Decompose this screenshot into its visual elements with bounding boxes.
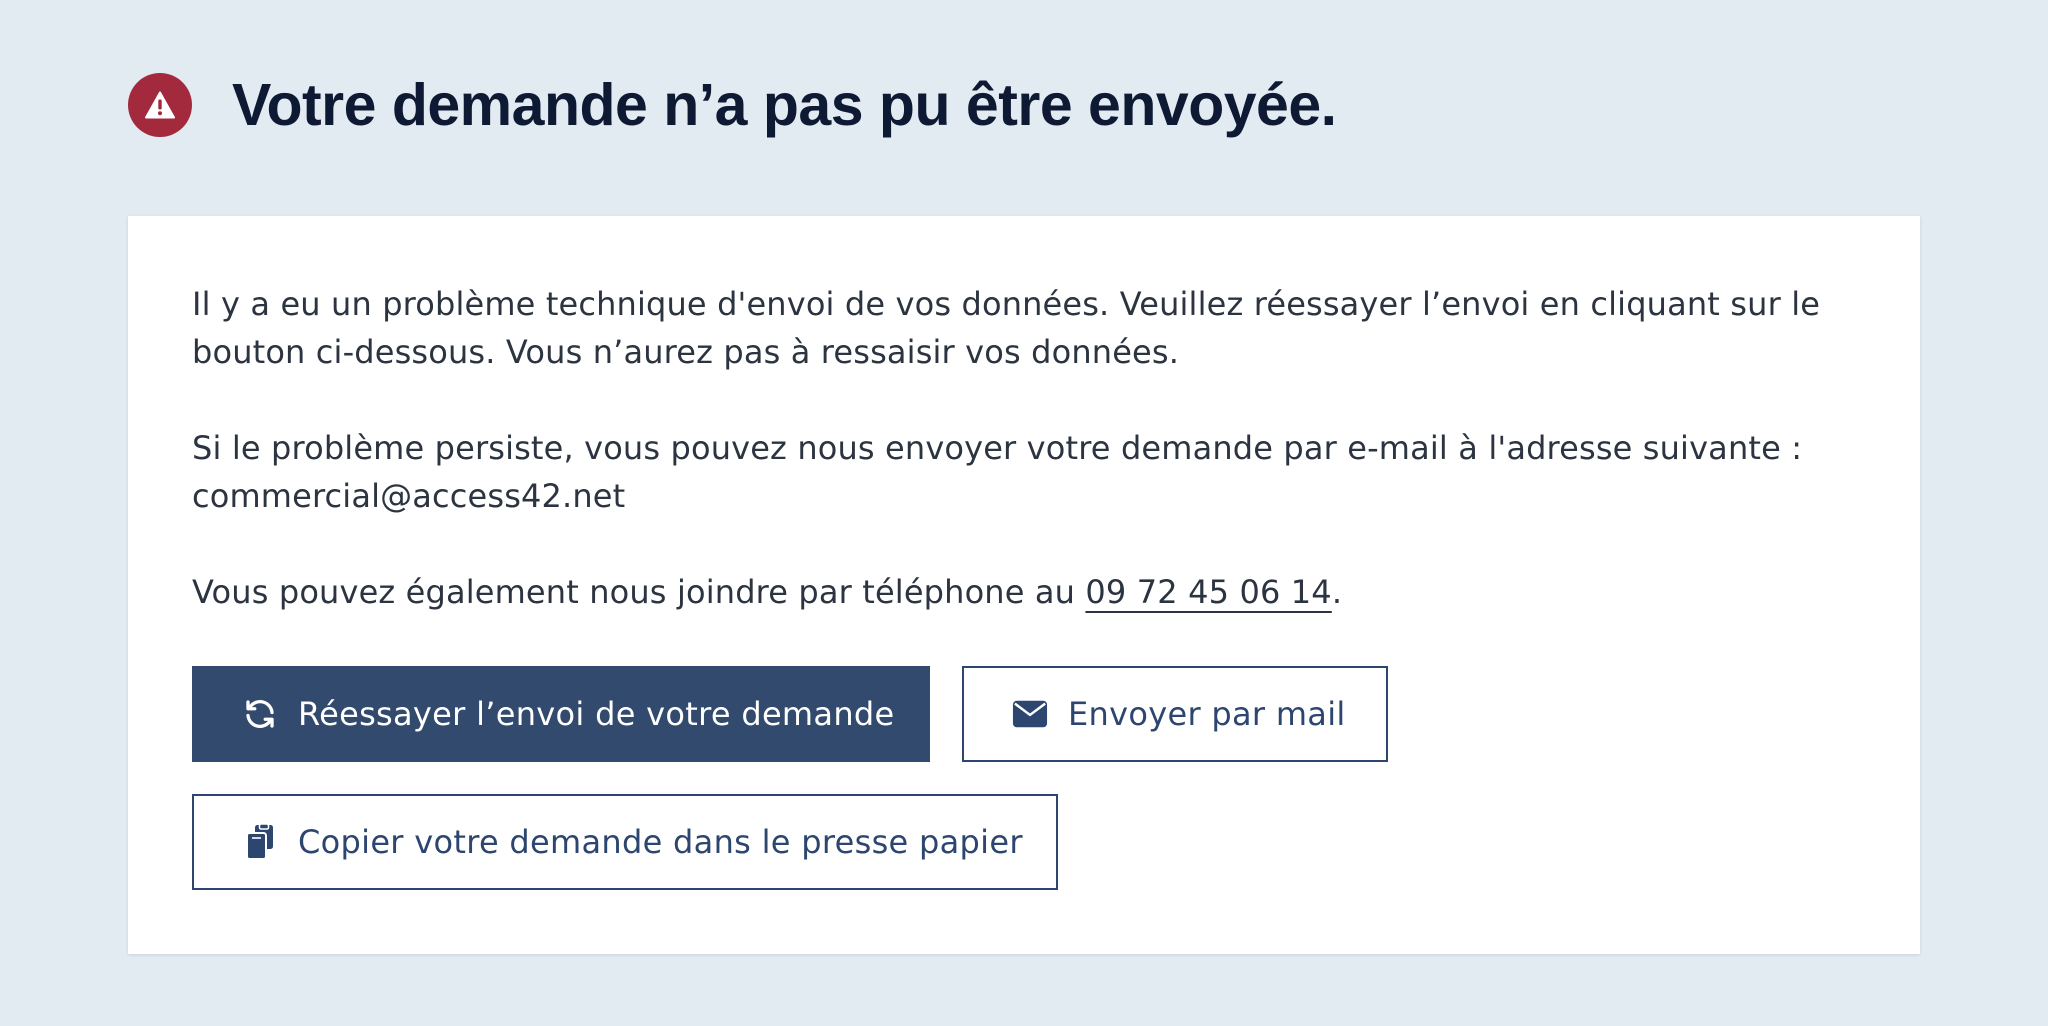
page-title: Votre demande n’a pas pu être envoyée.: [232, 72, 1337, 138]
error-message-card: Il y a eu un problème technique d'envoi …: [128, 216, 1920, 954]
technical-problem-text: Il y a eu un problème technique d'envoi …: [192, 285, 1821, 371]
send-by-mail-button[interactable]: Envoyer par mail: [962, 666, 1388, 762]
retry-button-label: Réessayer l’envoi de votre demande: [298, 695, 895, 733]
warning-icon: [128, 73, 192, 137]
phone-link[interactable]: 09 72 45 06 14: [1085, 573, 1331, 611]
phone-text-suffix: .: [1331, 573, 1343, 611]
action-buttons: Réessayer l’envoi de votre demande Envoy…: [192, 666, 1388, 762]
page-header: Votre demande n’a pas pu être envoyée.: [128, 66, 1337, 144]
refresh-icon: [242, 696, 278, 732]
phone-text-prefix: Vous pouvez également nous joindre par t…: [192, 573, 1086, 611]
send-by-mail-label: Envoyer par mail: [1068, 695, 1346, 733]
retry-button[interactable]: Réessayer l’envoi de votre demande: [192, 666, 930, 762]
phone-contact-text: Vous pouvez également nous joindre par t…: [192, 568, 1856, 616]
email-fallback-text: Si le problème persiste, vous pouvez nou…: [192, 429, 1803, 515]
envelope-icon: [1012, 696, 1048, 732]
copy-to-clipboard-label: Copier votre demande dans le presse papi…: [298, 823, 1023, 861]
clipboard-icon: [242, 824, 278, 860]
copy-to-clipboard-button[interactable]: Copier votre demande dans le presse papi…: [192, 794, 1058, 890]
